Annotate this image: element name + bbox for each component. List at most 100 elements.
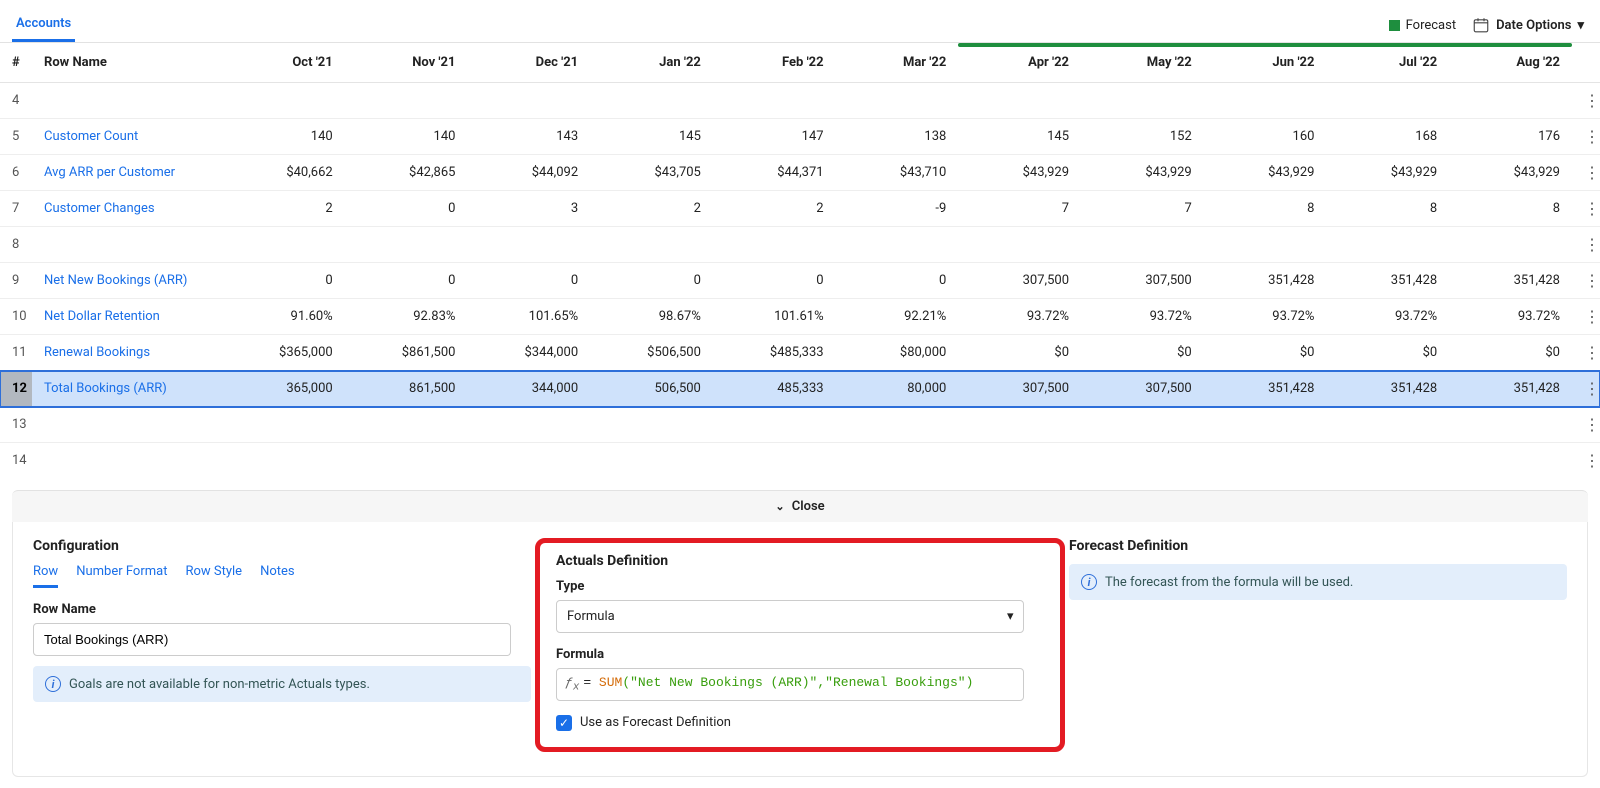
data-cell[interactable]: 0 xyxy=(467,263,590,299)
table-row[interactable]: 14 xyxy=(0,443,1600,479)
table-row[interactable]: 5Customer Count1401401431451471381451521… xyxy=(0,119,1600,155)
data-cell[interactable] xyxy=(1449,83,1572,119)
table-row[interactable]: 9Net New Bookings (ARR)000000307,500307,… xyxy=(0,263,1600,299)
data-cell[interactable]: 0 xyxy=(836,263,959,299)
data-cell[interactable]: 307,500 xyxy=(958,263,1081,299)
config-tab-number-format[interactable]: Number Format xyxy=(76,564,167,588)
data-cell[interactable] xyxy=(836,227,959,263)
data-cell[interactable] xyxy=(958,443,1081,479)
table-row[interactable]: 4 xyxy=(0,83,1600,119)
data-cell[interactable]: 351,428 xyxy=(1204,371,1327,407)
data-cell[interactable]: 506,500 xyxy=(590,371,713,407)
data-cell[interactable]: 351,428 xyxy=(1326,263,1449,299)
data-cell[interactable]: 0 xyxy=(345,263,468,299)
data-cell[interactable]: 93.72% xyxy=(1204,299,1327,335)
data-cell[interactable]: 2 xyxy=(222,191,345,227)
row-menu-button[interactable] xyxy=(1572,191,1600,227)
use-forecast-checkbox[interactable]: ✓ xyxy=(556,715,572,731)
data-cell[interactable]: 98.67% xyxy=(590,299,713,335)
table-row[interactable]: 8 xyxy=(0,227,1600,263)
tab-accounts[interactable]: Accounts xyxy=(12,8,75,42)
row-name-input[interactable] xyxy=(33,623,511,656)
data-cell[interactable] xyxy=(345,227,468,263)
data-cell[interactable]: $0 xyxy=(1204,335,1327,371)
data-cell[interactable]: $42,865 xyxy=(345,155,468,191)
type-select[interactable]: Formula ▾ xyxy=(556,600,1024,633)
data-cell[interactable] xyxy=(713,83,836,119)
data-cell[interactable]: 160 xyxy=(1204,119,1327,155)
data-cell[interactable]: 91.60% xyxy=(222,299,345,335)
row-menu-button[interactable] xyxy=(1572,443,1600,479)
row-name-cell[interactable]: Net Dollar Retention xyxy=(32,299,222,335)
data-cell[interactable]: $344,000 xyxy=(467,335,590,371)
data-cell[interactable] xyxy=(222,227,345,263)
config-tab-notes[interactable]: Notes xyxy=(260,564,295,588)
data-cell[interactable] xyxy=(222,443,345,479)
data-cell[interactable]: 351,428 xyxy=(1449,371,1572,407)
row-name-cell[interactable]: Total Bookings (ARR) xyxy=(32,371,222,407)
table-row[interactable]: 11Renewal Bookings$365,000$861,500$344,0… xyxy=(0,335,1600,371)
data-cell[interactable]: 861,500 xyxy=(345,371,468,407)
data-cell[interactable]: 0 xyxy=(345,191,468,227)
data-cell[interactable] xyxy=(222,83,345,119)
data-cell[interactable] xyxy=(836,407,959,443)
data-cell[interactable]: 93.72% xyxy=(1081,299,1204,335)
data-cell[interactable] xyxy=(1204,83,1327,119)
date-options-button[interactable]: Date Options ▾ xyxy=(1472,16,1584,34)
data-cell[interactable] xyxy=(345,407,468,443)
data-cell[interactable] xyxy=(590,83,713,119)
data-cell[interactable] xyxy=(467,407,590,443)
row-menu-button[interactable] xyxy=(1572,335,1600,371)
data-cell[interactable]: $43,929 xyxy=(1081,155,1204,191)
data-cell[interactable]: 101.65% xyxy=(467,299,590,335)
row-menu-button[interactable] xyxy=(1572,407,1600,443)
data-cell[interactable]: 2 xyxy=(590,191,713,227)
row-name-cell[interactable]: Net New Bookings (ARR) xyxy=(32,263,222,299)
data-cell[interactable]: 80,000 xyxy=(836,371,959,407)
data-cell[interactable] xyxy=(590,407,713,443)
data-cell[interactable] xyxy=(345,443,468,479)
data-cell[interactable]: 8 xyxy=(1204,191,1327,227)
data-cell[interactable] xyxy=(1081,227,1204,263)
row-menu-button[interactable] xyxy=(1572,119,1600,155)
data-cell[interactable]: 351,428 xyxy=(1326,371,1449,407)
use-forecast-row[interactable]: ✓ Use as Forecast Definition xyxy=(556,715,1044,731)
data-cell[interactable]: $40,662 xyxy=(222,155,345,191)
data-cell[interactable]: 145 xyxy=(590,119,713,155)
data-cell[interactable]: 2 xyxy=(713,191,836,227)
table-row[interactable]: 12Total Bookings (ARR)365,000861,500344,… xyxy=(0,371,1600,407)
data-cell[interactable] xyxy=(1449,407,1572,443)
data-cell[interactable] xyxy=(467,443,590,479)
data-cell[interactable]: 152 xyxy=(1081,119,1204,155)
data-cell[interactable]: 0 xyxy=(590,263,713,299)
data-cell[interactable]: 176 xyxy=(1449,119,1572,155)
data-cell[interactable]: 101.61% xyxy=(713,299,836,335)
data-cell[interactable]: $43,929 xyxy=(958,155,1081,191)
data-cell[interactable] xyxy=(1449,227,1572,263)
config-tab-row[interactable]: Row xyxy=(33,564,58,588)
data-cell[interactable] xyxy=(590,443,713,479)
data-cell[interactable] xyxy=(345,83,468,119)
data-cell[interactable]: $861,500 xyxy=(345,335,468,371)
data-cell[interactable]: $80,000 xyxy=(836,335,959,371)
data-cell[interactable]: -9 xyxy=(836,191,959,227)
row-name-cell[interactable]: Avg ARR per Customer xyxy=(32,155,222,191)
data-cell[interactable]: $0 xyxy=(1449,335,1572,371)
data-cell[interactable]: 8 xyxy=(1449,191,1572,227)
data-cell[interactable]: 140 xyxy=(345,119,468,155)
data-cell[interactable]: 351,428 xyxy=(1204,263,1327,299)
table-row[interactable]: 7Customer Changes20322-977888 xyxy=(0,191,1600,227)
data-cell[interactable] xyxy=(713,227,836,263)
data-cell[interactable]: 143 xyxy=(467,119,590,155)
data-cell[interactable] xyxy=(713,407,836,443)
row-menu-button[interactable] xyxy=(1572,299,1600,335)
data-cell[interactable]: 92.21% xyxy=(836,299,959,335)
data-cell[interactable]: 147 xyxy=(713,119,836,155)
panel-close-bar[interactable]: ⌄ Close xyxy=(12,490,1588,522)
data-cell[interactable]: $0 xyxy=(958,335,1081,371)
data-cell[interactable]: 93.72% xyxy=(1449,299,1572,335)
table-row[interactable]: 10Net Dollar Retention91.60%92.83%101.65… xyxy=(0,299,1600,335)
data-cell[interactable] xyxy=(467,227,590,263)
data-cell[interactable]: 0 xyxy=(713,263,836,299)
data-cell[interactable]: $43,705 xyxy=(590,155,713,191)
